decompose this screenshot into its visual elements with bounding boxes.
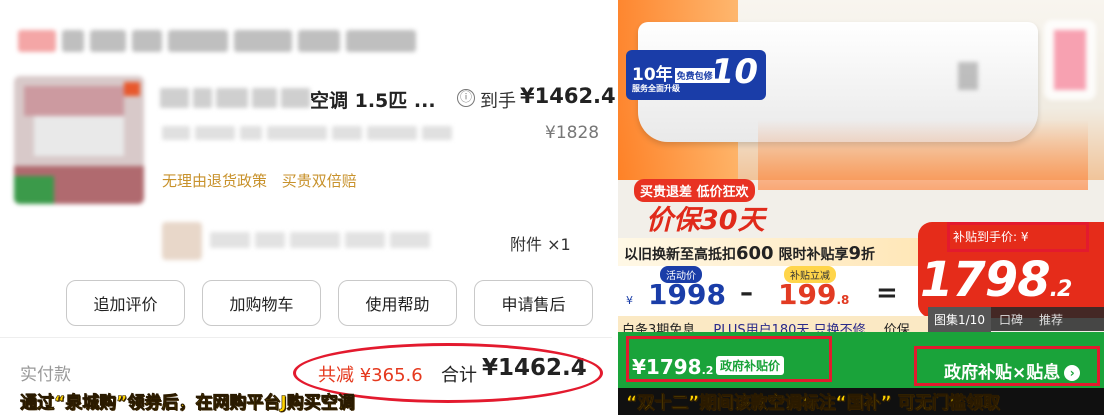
add-review-button[interactable]: 追加评价 <box>66 280 185 326</box>
final-price-label: 到手 <box>480 91 516 112</box>
trade-in-amount: 600 <box>736 243 774 264</box>
final-subsidy-price-int: 1798 <box>920 252 1051 308</box>
final-price: ¥1462.4 <box>520 84 616 108</box>
highlight-box-subsidy <box>947 222 1089 252</box>
final-subsidy-price: 1798.2 <box>920 252 1073 308</box>
thumbnail-blurred[interactable] <box>1044 20 1096 100</box>
warranty-service: 服务全面升级 <box>632 84 680 93</box>
paid-label: 实付款 <box>20 365 71 385</box>
highlight-box-gov-link <box>914 346 1100 386</box>
return-policy[interactable]: 无理由退货政策 <box>162 172 267 190</box>
product-page-panel: 10年 免费包修 服务全面升级 10 买贵退差 低价狂欢 价保30天 以旧换新至… <box>618 0 1104 415</box>
subsidy-amount-int: 199 <box>778 278 837 311</box>
airflow-graphic <box>758 120 1088 190</box>
tab-reviews[interactable]: 口碑 <box>991 311 1031 328</box>
caption-right: “双十二”期间该款空调标注“国补” 可无门槛领取 <box>626 393 1000 414</box>
add-to-cart-button[interactable]: 加购物车 <box>202 280 321 326</box>
product-spec-blurred <box>162 126 452 140</box>
tab-recommend[interactable]: 推荐 <box>1031 311 1071 328</box>
trade-in-mid: 限时补贴享 <box>773 247 849 263</box>
gallery-tabs: 图集1/10 口碑 推荐 <box>928 306 1104 332</box>
caption-left: 通过“泉城购”领券后，在网购平台J购买空调 <box>20 393 355 414</box>
info-icon[interactable]: ⓘ <box>457 89 475 107</box>
original-price: ¥1828 <box>545 123 600 143</box>
trade-in-discount: 9 <box>848 243 861 264</box>
accessory-quantity: 附件 ×1 <box>510 235 571 254</box>
warranty-badge: 10年 免费包修 服务全面升级 10 <box>626 50 766 100</box>
after-sales-button[interactable]: 申请售后 <box>474 280 593 326</box>
trade-in-prefix: 以旧换新至高抵扣 <box>624 247 736 263</box>
minus-sign: – <box>740 278 753 308</box>
subsidy-amount-decimal: .8 <box>836 293 850 307</box>
trade-in-bar: 以旧换新至高抵扣600 限时补贴享9折 <box>618 238 918 266</box>
final-subsidy-price-decimal: .2 <box>1049 277 1073 302</box>
price-guarantee[interactable]: 买贵双倍赔 <box>282 172 357 190</box>
equals-sign: = <box>876 278 898 308</box>
warranty-number: 10 <box>710 52 758 92</box>
order-detail-panel: 空调 1.5匹 ... ⓘ 到手 ¥1462.4 ¥1828 无理由退货政策 买… <box>0 0 616 415</box>
trade-in-suffix: 折 <box>860 247 875 263</box>
product-name-blurred <box>160 88 311 108</box>
product-thumbnail[interactable] <box>14 76 144 204</box>
warranty-free: 免费包修 <box>674 67 715 83</box>
screenshot-root: 空调 1.5匹 ... ⓘ 到手 ¥1462.4 ¥1828 无理由退货政策 买… <box>0 0 1104 415</box>
highlight-box-gov-price <box>626 336 832 382</box>
service-policies: 无理由退货政策 买贵双倍赔 <box>162 170 367 191</box>
divider <box>0 337 612 338</box>
brand-mark-blurred <box>958 62 978 90</box>
store-title-blurred <box>18 30 428 52</box>
yen-symbol: ¥ <box>626 294 633 307</box>
accessory-name-blurred <box>210 232 440 248</box>
warranty-years: 10年 <box>632 65 673 85</box>
price-protection-title: 价保30天 <box>646 205 765 236</box>
product-name[interactable]: 空调 1.5匹 ... <box>310 86 436 113</box>
accessory-thumbnail[interactable] <box>162 222 202 260</box>
activity-price: 1998 <box>648 278 726 311</box>
order-actions: 追加评价 加购物车 使用帮助 申请售后 <box>66 280 593 326</box>
tab-gallery[interactable]: 图集1/10 <box>928 306 991 332</box>
subsidy-amount: 199.8 <box>778 278 849 311</box>
help-button[interactable]: 使用帮助 <box>338 280 457 326</box>
